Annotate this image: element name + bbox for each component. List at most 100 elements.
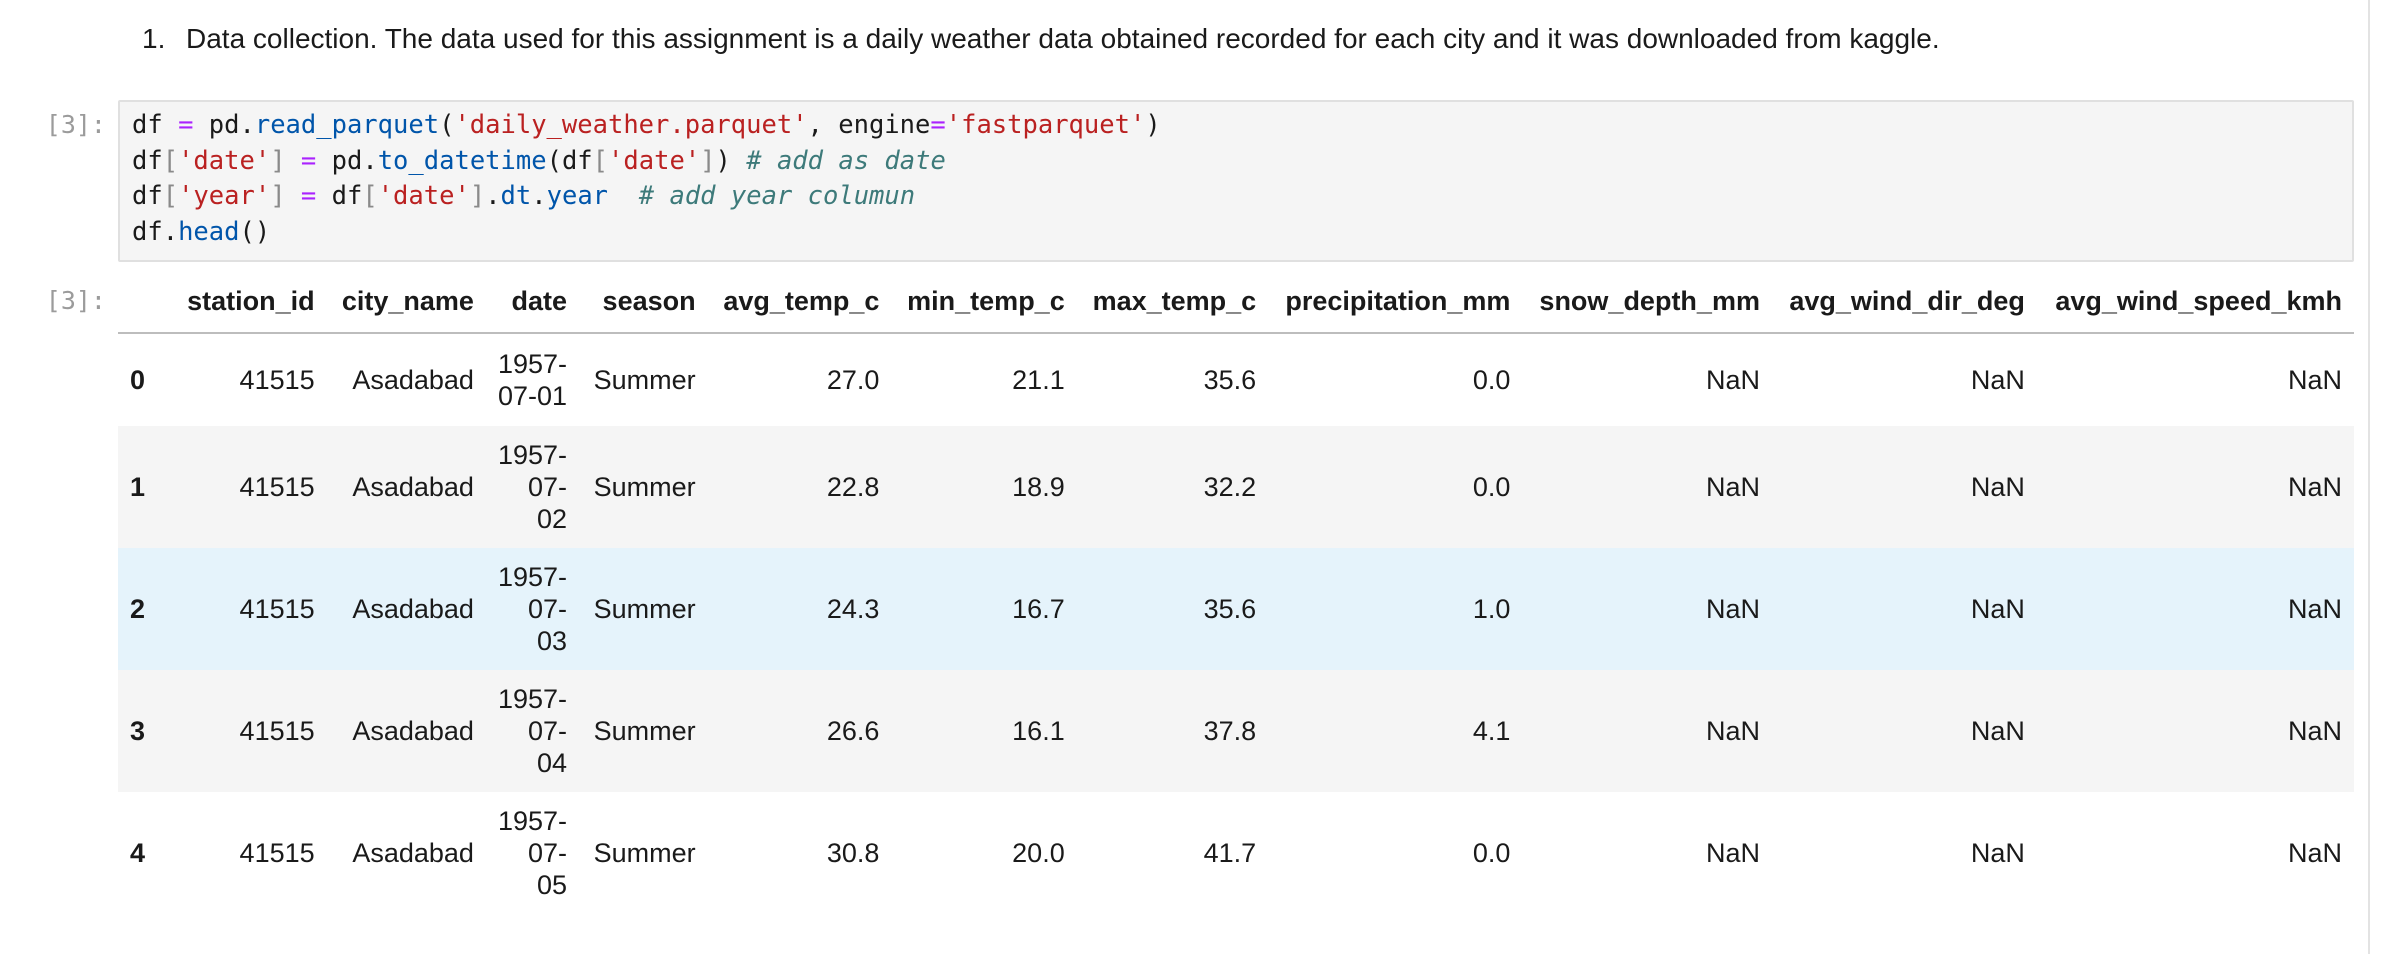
table-cell: 1957- 07-01 xyxy=(497,349,567,411)
table-row: 0 41515 Asadabad 1957- 07-01 Summer 27.0 21.1 35… xyxy=(118,333,2354,426)
column-header: precipitation_mm xyxy=(1268,270,1523,334)
row-index-cell: 2 xyxy=(118,548,172,670)
code-token: # add as date xyxy=(746,145,946,176)
scrollbar-track[interactable] xyxy=(2368,0,2384,954)
table-cell: 18.9 xyxy=(891,426,1077,548)
table-cell: 41515 xyxy=(172,670,327,792)
code-token: [ xyxy=(592,145,609,176)
code-token: ] xyxy=(700,145,716,176)
markdown-list-item: 1. Data collection. The data used for thi… xyxy=(142,18,1940,60)
table-cell: 1957- 07- 02 xyxy=(485,426,579,548)
table-header-row: station_id city_name date season avg_temp_c m… xyxy=(118,270,2354,334)
table-cell: NaN xyxy=(2036,426,2354,548)
table-cell: 27.0 xyxy=(826,365,880,395)
table-cell: Asadabad xyxy=(352,365,474,395)
code-token: to_datetime xyxy=(377,145,547,176)
table-cell: NaN xyxy=(1522,426,1772,548)
code-token: dt xyxy=(500,181,532,211)
table-row: 2 41515 Asadabad 1957- 07- 03 Summer 24.3 16.7 35… xyxy=(118,548,2354,670)
code-line: df = pd.read_parquet('daily_weather.parq… xyxy=(132,110,1161,140)
code-token: df xyxy=(561,145,593,176)
table-cell: NaN xyxy=(1970,365,2025,395)
code-token: ) xyxy=(1145,110,1161,140)
index-header xyxy=(118,270,172,334)
table-cell: Asadabad xyxy=(326,426,486,548)
column-header: max_temp_c xyxy=(1076,270,1269,334)
table-cell: 26.6 xyxy=(707,670,892,792)
code-line: df['date'] = pd.to_datetime(df['date']) … xyxy=(132,146,946,176)
table-body: 0 41515 Asadabad 1957- 07-01 Summer 27.0 21.1 35… xyxy=(118,333,2354,914)
column-header: city_name xyxy=(326,270,486,334)
table-row: 1 41515 Asadabad 1957- 07- 02 Summer 22.8 18.9 32… xyxy=(118,426,2354,548)
table-cell: 35.6 xyxy=(1076,548,1269,670)
code-token: ) xyxy=(715,145,731,176)
table-cell: 1957- 07- 03 xyxy=(485,548,579,670)
table-cell: 16.1 xyxy=(891,670,1077,792)
code-cell-prompt: [3]: xyxy=(45,110,106,139)
code-token: . xyxy=(531,181,547,211)
column-header: avg_wind_speed_kmh xyxy=(2036,270,2354,334)
table-cell: NaN xyxy=(2287,365,2342,395)
column-header: avg_wind_dir_deg xyxy=(1771,270,2037,334)
code-cell-editor[interactable]: df = pd.read_parquet('daily_weather.parq… xyxy=(118,100,2354,262)
code-token: [ xyxy=(362,181,378,211)
table-cell: 41515 xyxy=(239,365,315,395)
table-cell: 41515 xyxy=(172,548,327,670)
table-cell: 1.0 xyxy=(1268,548,1523,670)
table-cell: Summer xyxy=(579,426,708,548)
code-line: df.head() xyxy=(132,217,270,247)
code-token: df xyxy=(316,181,363,211)
dataframe-output-table: station_id city_name date season avg_temp_c m… xyxy=(118,270,2354,914)
column-header: snow_depth_mm xyxy=(1522,270,1772,334)
table-cell: 37.8 xyxy=(1076,670,1269,792)
code-token: ( xyxy=(546,145,562,176)
column-header: date xyxy=(485,270,579,334)
table-cell: 16.7 xyxy=(891,548,1077,670)
column-header: min_temp_c xyxy=(891,270,1077,334)
code-token: = xyxy=(300,181,317,211)
column-header: season xyxy=(579,270,708,334)
column-header: avg_temp_c xyxy=(707,270,892,334)
code-token: year xyxy=(546,181,609,211)
list-item-text: Data collection. The data used for this … xyxy=(186,23,1940,54)
code-token: () xyxy=(239,216,271,247)
code-token: = xyxy=(930,110,946,140)
table-cell: 32.2 xyxy=(1076,426,1269,548)
table-cell: NaN xyxy=(1771,426,2037,548)
code-token: read_parquet xyxy=(254,110,440,140)
table-cell: Summer xyxy=(593,365,696,395)
table-cell: NaN xyxy=(2287,838,2342,868)
table-cell: 20.0 xyxy=(1012,838,1065,868)
code-token: = xyxy=(178,110,194,140)
column-header: station_id xyxy=(172,270,327,334)
code-token: df xyxy=(132,181,163,211)
code-token: ] xyxy=(270,181,286,211)
table-cell: 22.8 xyxy=(707,426,892,548)
table-cell: 35.6 xyxy=(1203,365,1257,395)
code-token: 'date' xyxy=(608,145,701,176)
table-cell: 4.1 xyxy=(1268,670,1523,792)
code-block[interactable]: df = pd.read_parquet('daily_weather.parq… xyxy=(120,102,2352,250)
code-token: [ xyxy=(162,181,179,211)
table-cell: 21.1 xyxy=(1012,365,1065,395)
table-cell: 0.0 xyxy=(1472,838,1511,868)
table-cell: NaN xyxy=(2036,548,2354,670)
code-token: [ xyxy=(162,145,179,176)
table-cell: 1957- 07- 05 xyxy=(497,806,567,900)
table-cell: NaN xyxy=(1771,670,2037,792)
code-token: 'year' xyxy=(178,181,271,211)
code-token: , engine xyxy=(807,110,931,140)
row-index-cell: 1 xyxy=(118,426,172,548)
table-cell: NaN xyxy=(1705,838,1760,868)
output-cell-prompt: [3]: xyxy=(45,286,106,315)
row-index-cell: 0 xyxy=(130,365,146,395)
code-token: 'date' xyxy=(178,145,271,176)
code-line: df['year'] = df['date'].dt.year # add ye… xyxy=(132,181,915,211)
table-cell: 41515 xyxy=(239,838,315,868)
table-cell: Summer xyxy=(593,838,696,868)
markdown-list: 1. Data collection. The data used for thi… xyxy=(142,18,1940,60)
table-cell: Asadabad xyxy=(326,670,486,792)
table-cell: 24.3 xyxy=(707,548,892,670)
